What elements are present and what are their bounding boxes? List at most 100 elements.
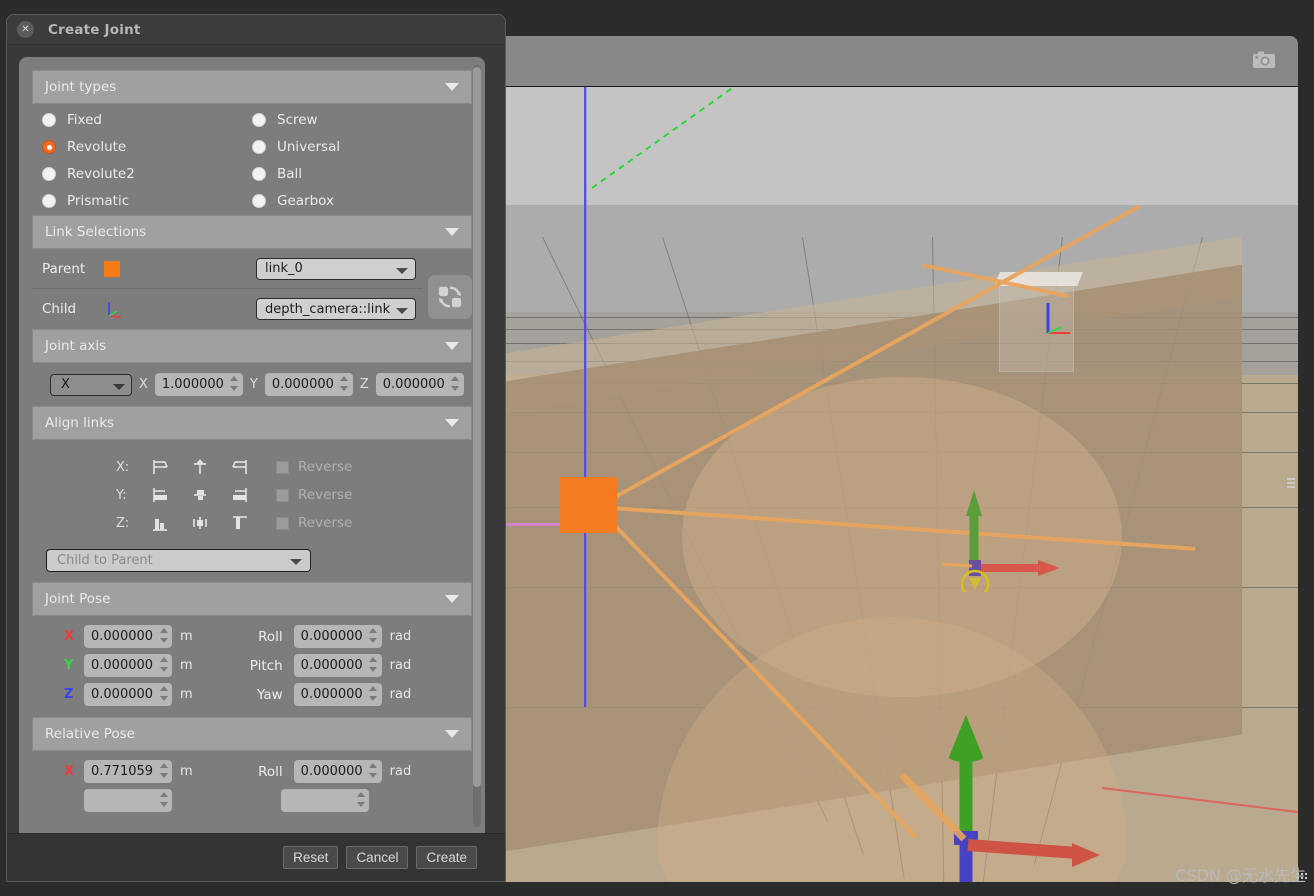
- parent-link-select[interactable]: link_0: [256, 257, 416, 280]
- dialog-title: Create Joint: [48, 21, 141, 38]
- value: 0.000000: [91, 658, 154, 673]
- pose-roll-label: Roll: [258, 763, 283, 780]
- stepper-arrows-icon[interactable]: [159, 792, 168, 809]
- joint-axis-gizmo-upper[interactable]: [942, 482, 1072, 592]
- relative-pose-row-y-partial: [38, 786, 466, 815]
- align-y-max-icon[interactable]: [230, 486, 250, 504]
- stepper-arrows-icon[interactable]: [369, 657, 378, 674]
- child-link-select[interactable]: depth_camera::link: [256, 298, 416, 320]
- unit-label: rad: [389, 658, 412, 673]
- relative-pose-y-input[interactable]: [84, 789, 172, 812]
- close-icon[interactable]: ✕: [17, 21, 34, 38]
- joint-axis-preset-value: X: [61, 377, 70, 392]
- create-button[interactable]: Create: [416, 846, 477, 869]
- stepper-arrows-icon[interactable]: [356, 792, 365, 809]
- align-x-min-icon[interactable]: [150, 458, 170, 476]
- joint-axis-z-input[interactable]: 0.000000: [375, 373, 464, 396]
- checkbox-indicator: [276, 488, 289, 502]
- viewport-toolbar: [502, 36, 1298, 87]
- value: 1.000000: [161, 377, 224, 392]
- radio-label: Revolute2: [67, 166, 135, 182]
- joint-axis-x-input[interactable]: 1.000000: [154, 373, 243, 396]
- axis-z-line-core: [584, 87, 586, 707]
- value: 0.000000: [91, 687, 154, 702]
- pose-axis-label: X: [64, 629, 75, 644]
- align-axis-label: Z:: [116, 515, 130, 531]
- sky-upper: [502, 87, 1298, 207]
- stepper-arrows-icon[interactable]: [159, 763, 168, 780]
- value: 0.000000: [382, 377, 445, 392]
- group-header-relative-pose[interactable]: Relative Pose: [32, 717, 472, 751]
- align-z-min-icon[interactable]: [150, 514, 170, 532]
- stepper-arrows-icon[interactable]: [159, 657, 168, 674]
- dialog-titlebar[interactable]: ✕ Create Joint: [7, 15, 505, 45]
- stepper-arrows-icon[interactable]: [230, 376, 239, 393]
- stepper-arrows-icon[interactable]: [451, 376, 460, 393]
- align-y-min-icon[interactable]: [150, 486, 170, 504]
- joint-pose-pitch-input[interactable]: 0.000000: [293, 654, 382, 677]
- radio-ball[interactable]: Ball: [252, 166, 462, 182]
- joint-pose-roll-input[interactable]: 0.000000: [293, 625, 382, 648]
- reset-button[interactable]: Reset: [283, 846, 339, 869]
- radio-indicator: [252, 113, 266, 127]
- cancel-button[interactable]: Cancel: [346, 846, 409, 869]
- group-header-align-links[interactable]: Align links: [32, 406, 472, 440]
- stepper-arrows-icon[interactable]: [159, 628, 168, 645]
- joint-pose-body: X 0.000000 m Roll 0.000000 rad Y 0.00000…: [32, 616, 472, 717]
- joint-axis-body: X X 1.000000 Y 0.000000 Z 0.000000: [32, 363, 472, 406]
- align-y-reverse-checkbox[interactable]: Reverse: [276, 487, 352, 503]
- scrollbar-thumb[interactable]: [473, 67, 481, 787]
- resize-grip-icon[interactable]: [1284, 476, 1298, 502]
- parent-link-marker[interactable]: [560, 477, 617, 533]
- group-header-link-selections[interactable]: Link Selections: [32, 215, 472, 249]
- stepper-arrows-icon[interactable]: [159, 686, 168, 703]
- align-x-max-icon[interactable]: [230, 458, 250, 476]
- relative-pose-x-input[interactable]: 0.771059: [84, 760, 172, 783]
- radio-universal[interactable]: Universal: [252, 139, 462, 155]
- unit-label: rad: [389, 687, 412, 702]
- stepper-arrows-icon[interactable]: [369, 628, 378, 645]
- radio-screw[interactable]: Screw: [252, 112, 462, 128]
- joint-pose-yaw-input[interactable]: 0.000000: [293, 683, 382, 706]
- align-z-reverse-checkbox[interactable]: Reverse: [276, 515, 352, 531]
- radio-revolute[interactable]: Revolute: [42, 139, 252, 155]
- group-header-joint-types[interactable]: Joint types: [32, 70, 472, 104]
- viewport-scene[interactable]: Yuucn.com: [502, 87, 1298, 882]
- align-z-max-icon[interactable]: [230, 514, 250, 532]
- radio-fixed[interactable]: Fixed: [42, 112, 252, 128]
- align-x-reverse-checkbox[interactable]: Reverse: [276, 459, 352, 475]
- align-y-center-icon[interactable]: [190, 486, 210, 504]
- 3d-viewport[interactable]: Yuucn.com: [502, 36, 1298, 882]
- swap-icon[interactable]: [428, 275, 472, 319]
- depth-camera-axis-gizmo: [1046, 303, 1070, 334]
- joint-axis-y-input[interactable]: 0.000000: [264, 373, 353, 396]
- stepper-arrows-icon[interactable]: [369, 686, 378, 703]
- joint-pose-row-z: Z 0.000000 m Yaw 0.000000 rad: [38, 680, 466, 709]
- radio-prismatic[interactable]: Prismatic: [42, 193, 252, 209]
- child-label: Child: [42, 301, 77, 317]
- value: 0.000000: [300, 658, 363, 673]
- align-mode-select[interactable]: Child to Parent: [46, 549, 311, 572]
- child-axis-icon: [104, 300, 124, 318]
- joint-pose-y-input[interactable]: 0.000000: [84, 654, 172, 677]
- pose-axis-label: Z: [64, 687, 74, 702]
- axis-z-label: Z: [359, 377, 369, 392]
- chevron-down-icon: [445, 595, 459, 603]
- relative-pose-roll-input[interactable]: 0.000000: [293, 760, 382, 783]
- group-label: Relative Pose: [45, 726, 135, 742]
- align-z-center-icon[interactable]: [190, 514, 210, 532]
- joint-pose-x-input[interactable]: 0.000000: [84, 625, 172, 648]
- align-x-center-icon[interactable]: [190, 458, 210, 476]
- radio-indicator: [42, 140, 56, 154]
- stepper-arrows-icon[interactable]: [369, 763, 378, 780]
- camera-icon[interactable]: [1252, 50, 1276, 70]
- joint-axis-preset-select[interactable]: X: [50, 373, 132, 396]
- radio-revolute2[interactable]: Revolute2: [42, 166, 252, 182]
- joint-pose-z-input[interactable]: 0.000000: [84, 683, 172, 706]
- stepper-arrows-icon[interactable]: [340, 376, 349, 393]
- radio-gearbox[interactable]: Gearbox: [252, 193, 462, 209]
- group-header-joint-pose[interactable]: Joint Pose: [32, 582, 472, 616]
- relative-pose-pitch-input[interactable]: [281, 789, 369, 812]
- joint-axis-gizmo-lower[interactable]: [892, 707, 1112, 882]
- group-header-joint-axis[interactable]: Joint axis: [32, 329, 472, 363]
